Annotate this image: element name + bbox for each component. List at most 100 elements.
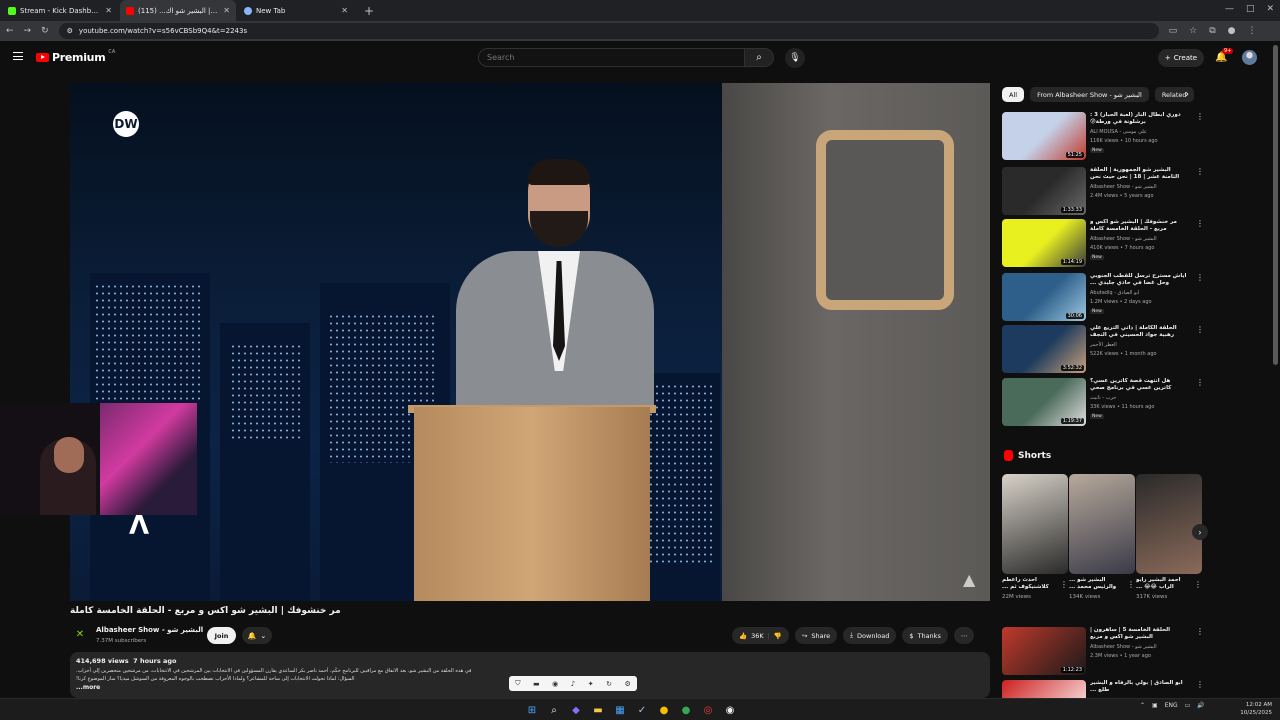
youtube-premium-logo[interactable]: Premium CA [36,49,115,64]
search-icon[interactable]: ⌕ [546,702,562,718]
recommendation-title[interactable]: الحلقة الكاملة | ذاتي التريع علي رهبية ج… [1090,325,1188,339]
store-icon[interactable]: ▦ [612,702,628,718]
obs-icon[interactable]: ◉ [722,702,738,718]
more-options-icon[interactable]: ⋮ [1196,273,1204,282]
recommendation-item[interactable]: 30:06 أياش مسترح ترسل للقطب الجنوبي وحل … [1002,273,1204,323]
close-tab-icon[interactable]: ✕ [105,6,112,15]
video-thumbnail[interactable]: 1:33:33 [1002,167,1086,215]
video-thumbnail[interactable]: 1:12:23 [1002,627,1086,675]
windows-start-icon[interactable]: ⊞ [524,702,540,718]
share-button[interactable]: ↪ Share [794,627,838,644]
back-icon[interactable]: ← [6,26,14,36]
short-title[interactable]: أحدث راعطم كلاشنيكوف ثم ... [1002,577,1058,591]
video-player[interactable]: DW ▲ [70,83,990,601]
search-input[interactable] [478,48,745,67]
short-thumbnail[interactable] [1002,474,1068,574]
search-button[interactable]: ⌕ [745,48,774,67]
video-thumbnail[interactable]: 51:25 [1002,112,1086,160]
close-window-icon[interactable]: ✕ [1266,4,1274,14]
maximize-icon[interactable]: □ [1246,4,1255,14]
short-item[interactable]: احمد البشير رايو الراب 😂😂 ... 317K views… [1136,474,1202,610]
audio-icon[interactable]: ♪ [571,680,575,688]
more-actions-button[interactable]: ⋯ [953,627,975,644]
camera-icon[interactable]: ◉ [552,680,558,688]
recommendation-item[interactable]: 51:25 دوري ابطال النار (لعبة الحبار) 3 :… [1002,112,1204,162]
app-icon[interactable]: ◎ [700,702,716,718]
more-options-icon[interactable]: ⋮ [1060,580,1068,589]
create-button[interactable]: + Create [1158,49,1204,67]
recommendation-item[interactable]: 3:52:32 الحلقة الكاملة | ذاتي التريع علي… [1002,325,1204,375]
recommendation-item[interactable]: 1:33:33 البشير شو الجمهورية | الحلقة الث… [1002,167,1204,217]
cast-icon[interactable]: ▭ [1169,26,1178,36]
dislike-icon[interactable]: 👎 [774,632,782,640]
voice-search-button[interactable]: 🎙 [785,48,805,68]
network-icon[interactable]: ▭ [1185,702,1191,709]
tab-youtube[interactable]: مر خنشوفك | البشير شو اك... (115) ✕ [120,0,236,21]
more-options-icon[interactable]: ⋮ [1196,627,1202,636]
chip-all[interactable]: All [1002,87,1025,102]
profile-icon[interactable]: ● [1228,26,1236,36]
reload-icon[interactable]: ↻ [41,26,49,36]
recommendation-title[interactable]: هل انتهت قصة كاترين عسي؟ كاترين عسي في ب… [1090,378,1188,392]
close-tab-icon[interactable]: ✕ [341,6,348,15]
short-title[interactable]: احمد البشير رايو الراب 😂😂 ... [1136,577,1192,591]
pin-icon[interactable]: ✦ [588,680,594,688]
recommendation-channel[interactable]: العطر الأحمر [1090,342,1117,348]
short-thumbnail[interactable] [1069,474,1135,574]
copilot-icon[interactable]: ◆ [568,702,584,718]
recommendation-title[interactable]: ابو الصادق | بولي بالرفاه و البشير طلع .… [1090,680,1188,694]
recommendation-title[interactable]: الحلقة الخامسة 5 | ساهرون | البشير شو اك… [1090,627,1188,641]
hamburger-menu-icon[interactable] [13,52,23,60]
recommendation-item[interactable]: ابو الصادق | بولي بالرفاه و البشير طلع .… [1002,680,1202,698]
site-info-icon[interactable]: ⚙ [67,27,73,35]
short-thumbnail[interactable] [1136,474,1202,574]
close-tab-icon[interactable]: ✕ [223,6,230,15]
recommendation-title[interactable]: أياش مسترح ترسل للقطب الجنوبي وحل غضا في… [1090,273,1188,287]
chrome-active-icon[interactable]: ● [678,702,694,718]
tab-kick-dashboard[interactable]: Stream - Kick Dashboard ✕ [2,0,118,21]
bookmark-star-icon[interactable]: ☆ [1189,26,1197,36]
more-options-icon[interactable]: ⋮ [1196,325,1204,334]
recommendation-item[interactable]: 1:14:19 مر خنشوفك | البشير شو اكس و مربع… [1002,219,1204,269]
recommendation-channel[interactable]: Abutadiq - ابو الصادق [1090,290,1139,296]
file-explorer-icon[interactable]: ▬ [590,702,606,718]
more-options-icon[interactable]: ⋮ [1196,112,1204,121]
recommendation-item[interactable]: 1:19:37 هل انتهت قصة كاترين عسي؟ كاترين … [1002,378,1204,428]
thanks-button[interactable]: $ Thanks [902,627,948,644]
more-options-icon[interactable]: ⋮ [1127,580,1135,589]
new-tab-icon[interactable]: + [364,4,374,18]
recommendation-title[interactable]: البشير شو الجمهورية | الحلقة الثامنة عشر… [1090,167,1188,181]
omnibox[interactable]: ⚙ youtube.com/watch?v=s56vCBSb9Q4&t=2243… [58,23,1159,39]
video-thumbnail[interactable]: 1:14:19 [1002,219,1086,267]
like-icon[interactable]: 👍 [739,632,747,640]
video-thumbnail[interactable] [1002,680,1086,698]
tray-expand-icon[interactable]: ⌃ [1140,702,1145,709]
forward-icon[interactable]: → [24,26,32,36]
tab-new-tab[interactable]: New Tab ✕ [238,0,354,21]
chrome-icon[interactable]: ● [656,702,672,718]
channel-avatar[interactable]: ✕ [72,627,88,643]
more-options-icon[interactable]: ⋮ [1196,167,1204,176]
recommendation-title[interactable]: مر خنشوفك | البشير شو اكس و مربع - الحلق… [1090,219,1188,233]
account-avatar[interactable] [1242,50,1257,65]
chevron-right-icon[interactable]: › [1185,89,1189,100]
clock[interactable]: 12:02 AM 10/25/2025 [1212,701,1272,717]
url-text[interactable]: youtube.com/watch?v=s56vCBSb9Q4&t=2243s [79,27,247,35]
tray-app-icon[interactable]: ▣ [1152,702,1158,709]
like-count[interactable]: 36K [751,632,764,640]
lang-indicator[interactable]: ENG [1165,702,1178,709]
short-item[interactable]: البشير شو ... والرئيس محمد ... 134K view… [1069,474,1135,610]
recommendation-channel[interactable]: حرب - تانيث [1090,395,1116,401]
shield-icon[interactable]: ⛉ [515,679,520,688]
refresh-icon[interactable]: ↻ [606,680,612,688]
video-thumbnail[interactable]: 3:52:32 [1002,325,1086,373]
recommendation-item[interactable]: 1:12:23 الحلقة الخامسة 5 | ساهرون | البش… [1002,627,1202,677]
more-options-icon[interactable]: ⋮ [1196,680,1202,689]
page-scrollbar[interactable] [1273,45,1278,365]
channel-name[interactable]: Albasheer Show - البشير شو [96,626,203,634]
more-options-icon[interactable]: ⋮ [1194,580,1202,589]
recommendation-channel[interactable]: Albasheer Show - البشير شو [1090,184,1157,190]
recommendation-title[interactable]: دوري ابطال النار (لعبة الحبار) 3 : برشلو… [1090,112,1188,126]
chip-from-channel[interactable]: From Albasheer Show - البشير شو [1030,87,1149,102]
settings-icon[interactable]: ⚙ [624,680,630,688]
